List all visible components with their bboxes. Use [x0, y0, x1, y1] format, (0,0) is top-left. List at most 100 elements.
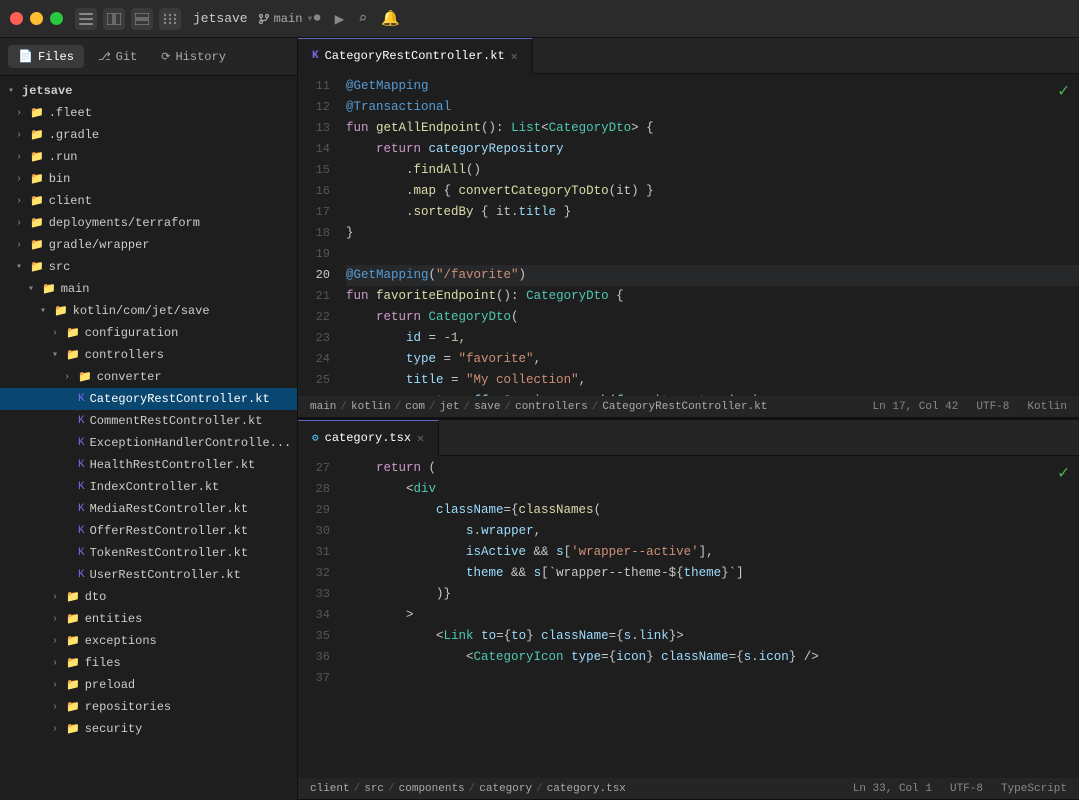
sidebar-toggle-btn[interactable]	[75, 8, 97, 30]
tab-category-rest-controller[interactable]: K CategoryRestController.kt ✕	[298, 38, 533, 74]
tree-item-run[interactable]: › 📁 .run	[0, 146, 297, 168]
tree-item-token-rest-controller[interactable]: › K TokenRestController.kt	[0, 542, 297, 564]
cursor-position-top: Ln 17, Col 42	[873, 401, 959, 413]
tree-item-security[interactable]: › 📁 security	[0, 718, 297, 740]
tree-item-controllers[interactable]: ▾ 📁 controllers	[0, 344, 297, 366]
tree-item-exception-handler[interactable]: › K ExceptionHandlerControlle...	[0, 432, 297, 454]
code-line: .sortedBy { it.title }	[346, 202, 1079, 223]
folder-icon: 📁	[66, 656, 80, 670]
code-line: s.wrapper,	[346, 521, 1079, 542]
code-line: title = "My collection",	[346, 370, 1079, 391]
grid-btn[interactable]	[159, 8, 181, 30]
tree-item-converter[interactable]: › 📁 converter	[0, 366, 297, 388]
tree-item-gradle-wrapper[interactable]: › 📁 gradle/wrapper	[0, 234, 297, 256]
chevron-icon: ›	[16, 130, 26, 141]
tree-item-offer-rest-controller[interactable]: › K OfferRestController.kt	[0, 520, 297, 542]
breadcrumb-item: jet	[440, 401, 460, 413]
close-button[interactable]	[10, 12, 23, 25]
folder-icon: 📁	[66, 590, 80, 604]
tree-item-client[interactable]: › 📁 client	[0, 190, 297, 212]
code-line: >	[346, 605, 1079, 626]
editor-top: K CategoryRestController.kt ✕ ✓ 11121314…	[298, 38, 1079, 420]
tree-item-dto[interactable]: › 📁 dto	[0, 586, 297, 608]
tree-item-exceptions[interactable]: › 📁 exceptions	[0, 630, 297, 652]
checkmark-icon-bottom: ✓	[1058, 462, 1069, 484]
tree-item-src[interactable]: ▾ 📁 src	[0, 256, 297, 278]
sidebar: 📄 Files ⎇ Git ⟳ History ▾ jetsave › 📁 .f…	[0, 38, 298, 800]
line-numbers-bottom: 2728293031 323334353637	[298, 456, 338, 778]
encoding-bottom: UTF-8	[950, 783, 983, 795]
code-line: className={classNames(	[346, 500, 1079, 521]
code-line	[346, 244, 1079, 265]
tree-item-user-rest-controller[interactable]: › K UserRestController.kt	[0, 564, 297, 586]
language-bottom: TypeScript	[1001, 783, 1067, 795]
line-numbers-top: 1112131415 16171819 20 2122232425 2627	[298, 74, 338, 396]
breadcrumb-item: src	[364, 783, 384, 795]
root-label: jetsave	[22, 84, 72, 98]
minimize-button[interactable]	[30, 12, 43, 25]
tree-item-category-rest-controller[interactable]: › K CategoryRestController.kt	[0, 388, 297, 410]
layout-btn-1[interactable]	[103, 8, 125, 30]
code-content-top[interactable]: @GetMapping @Transactional fun getAllEnd…	[338, 74, 1079, 396]
tab-category-tsx[interactable]: ⚙ category.tsx ✕	[298, 420, 439, 456]
tree-item-index-controller[interactable]: › K IndexController.kt	[0, 476, 297, 498]
chevron-icon: ›	[52, 592, 62, 603]
tab-history[interactable]: ⟳ History	[151, 46, 236, 68]
tab-files[interactable]: 📄 Files	[8, 45, 84, 68]
file-tree: ▾ jetsave › 📁 .fleet › 📁 .gradle › 📁 .ru…	[0, 76, 297, 800]
code-content-bottom[interactable]: return ( <div className={classNames( s.w…	[338, 456, 1079, 778]
kt-file-icon: K	[78, 437, 85, 449]
tree-item-files[interactable]: › 📁 files	[0, 652, 297, 674]
tree-item-fleet[interactable]: › 📁 .fleet	[0, 102, 297, 124]
chevron-icon: ›	[52, 724, 62, 735]
folder-icon: 📁	[66, 326, 80, 340]
chevron-icon: ›	[52, 614, 62, 625]
folder-icon: 📁	[42, 282, 56, 296]
code-editor-top[interactable]: ✓ 1112131415 16171819 20 2122232425 2627…	[298, 74, 1079, 396]
breadcrumb-bar-top: main / kotlin / com / jet / save / contr…	[298, 396, 1079, 418]
tree-item-repositories[interactable]: › 📁 repositories	[0, 696, 297, 718]
tree-item-deployments[interactable]: › 📁 deployments/terraform	[0, 212, 297, 234]
tab-close-btn-bottom[interactable]: ✕	[417, 431, 424, 446]
code-line: id = -1,	[346, 328, 1079, 349]
kt-file-icon: K	[78, 547, 85, 559]
maximize-button[interactable]	[50, 12, 63, 25]
folder-icon: 📁	[30, 260, 44, 274]
tree-item-comment-rest-controller[interactable]: › K CommentRestController.kt	[0, 410, 297, 432]
breadcrumb-item: save	[474, 401, 500, 413]
notification-icon[interactable]: 🔔	[381, 9, 400, 28]
layout-btn-2[interactable]	[131, 8, 153, 30]
tab-close-btn[interactable]: ✕	[511, 49, 518, 64]
folder-icon: 📁	[30, 216, 44, 230]
tab-label-bottom: category.tsx	[325, 431, 411, 445]
run-icon[interactable]: ▶	[335, 9, 345, 29]
search-icon[interactable]: ⌕	[358, 9, 367, 28]
tab-git[interactable]: ⎇ Git	[88, 46, 147, 68]
tree-item-bin[interactable]: › 📁 bin	[0, 168, 297, 190]
recording-icon[interactable]: ⏺	[314, 11, 321, 27]
tree-item-configuration[interactable]: › 📁 configuration	[0, 322, 297, 344]
code-line: @GetMapping	[346, 76, 1079, 97]
tree-item-main[interactable]: ▾ 📁 main	[0, 278, 297, 300]
folder-icon: 📁	[30, 106, 44, 120]
history-icon: ⟳	[161, 50, 170, 64]
chevron-icon: ›	[16, 196, 26, 207]
chevron-icon: ▾	[8, 85, 18, 97]
code-line: return CategoryDto(	[346, 307, 1079, 328]
folder-icon: 📁	[66, 612, 80, 626]
code-line: fun getAllEndpoint(): List<CategoryDto> …	[346, 118, 1079, 139]
tree-item-media-rest-controller[interactable]: › K MediaRestController.kt	[0, 498, 297, 520]
editor-area: K CategoryRestController.kt ✕ ✓ 11121314…	[298, 38, 1079, 800]
tree-item-entities[interactable]: › 📁 entities	[0, 608, 297, 630]
kt-file-icon: K	[78, 481, 85, 493]
titlebar-actions: ⏺ ▶ ⌕ 🔔	[314, 9, 400, 29]
tree-item-gradle[interactable]: › 📁 .gradle	[0, 124, 297, 146]
tree-item-health-rest-controller[interactable]: › K HealthRestController.kt	[0, 454, 297, 476]
breadcrumb-item: category.tsx	[547, 783, 626, 795]
folder-icon: 📁	[54, 304, 68, 318]
tree-item-kotlin-path[interactable]: ▾ 📁 kotlin/com/jet/save	[0, 300, 297, 322]
code-editor-bottom[interactable]: ✓ 2728293031 323334353637 return ( <div …	[298, 456, 1079, 778]
window-controls	[75, 8, 181, 30]
chevron-icon: ▾	[28, 283, 38, 295]
tree-item-preload[interactable]: › 📁 preload	[0, 674, 297, 696]
